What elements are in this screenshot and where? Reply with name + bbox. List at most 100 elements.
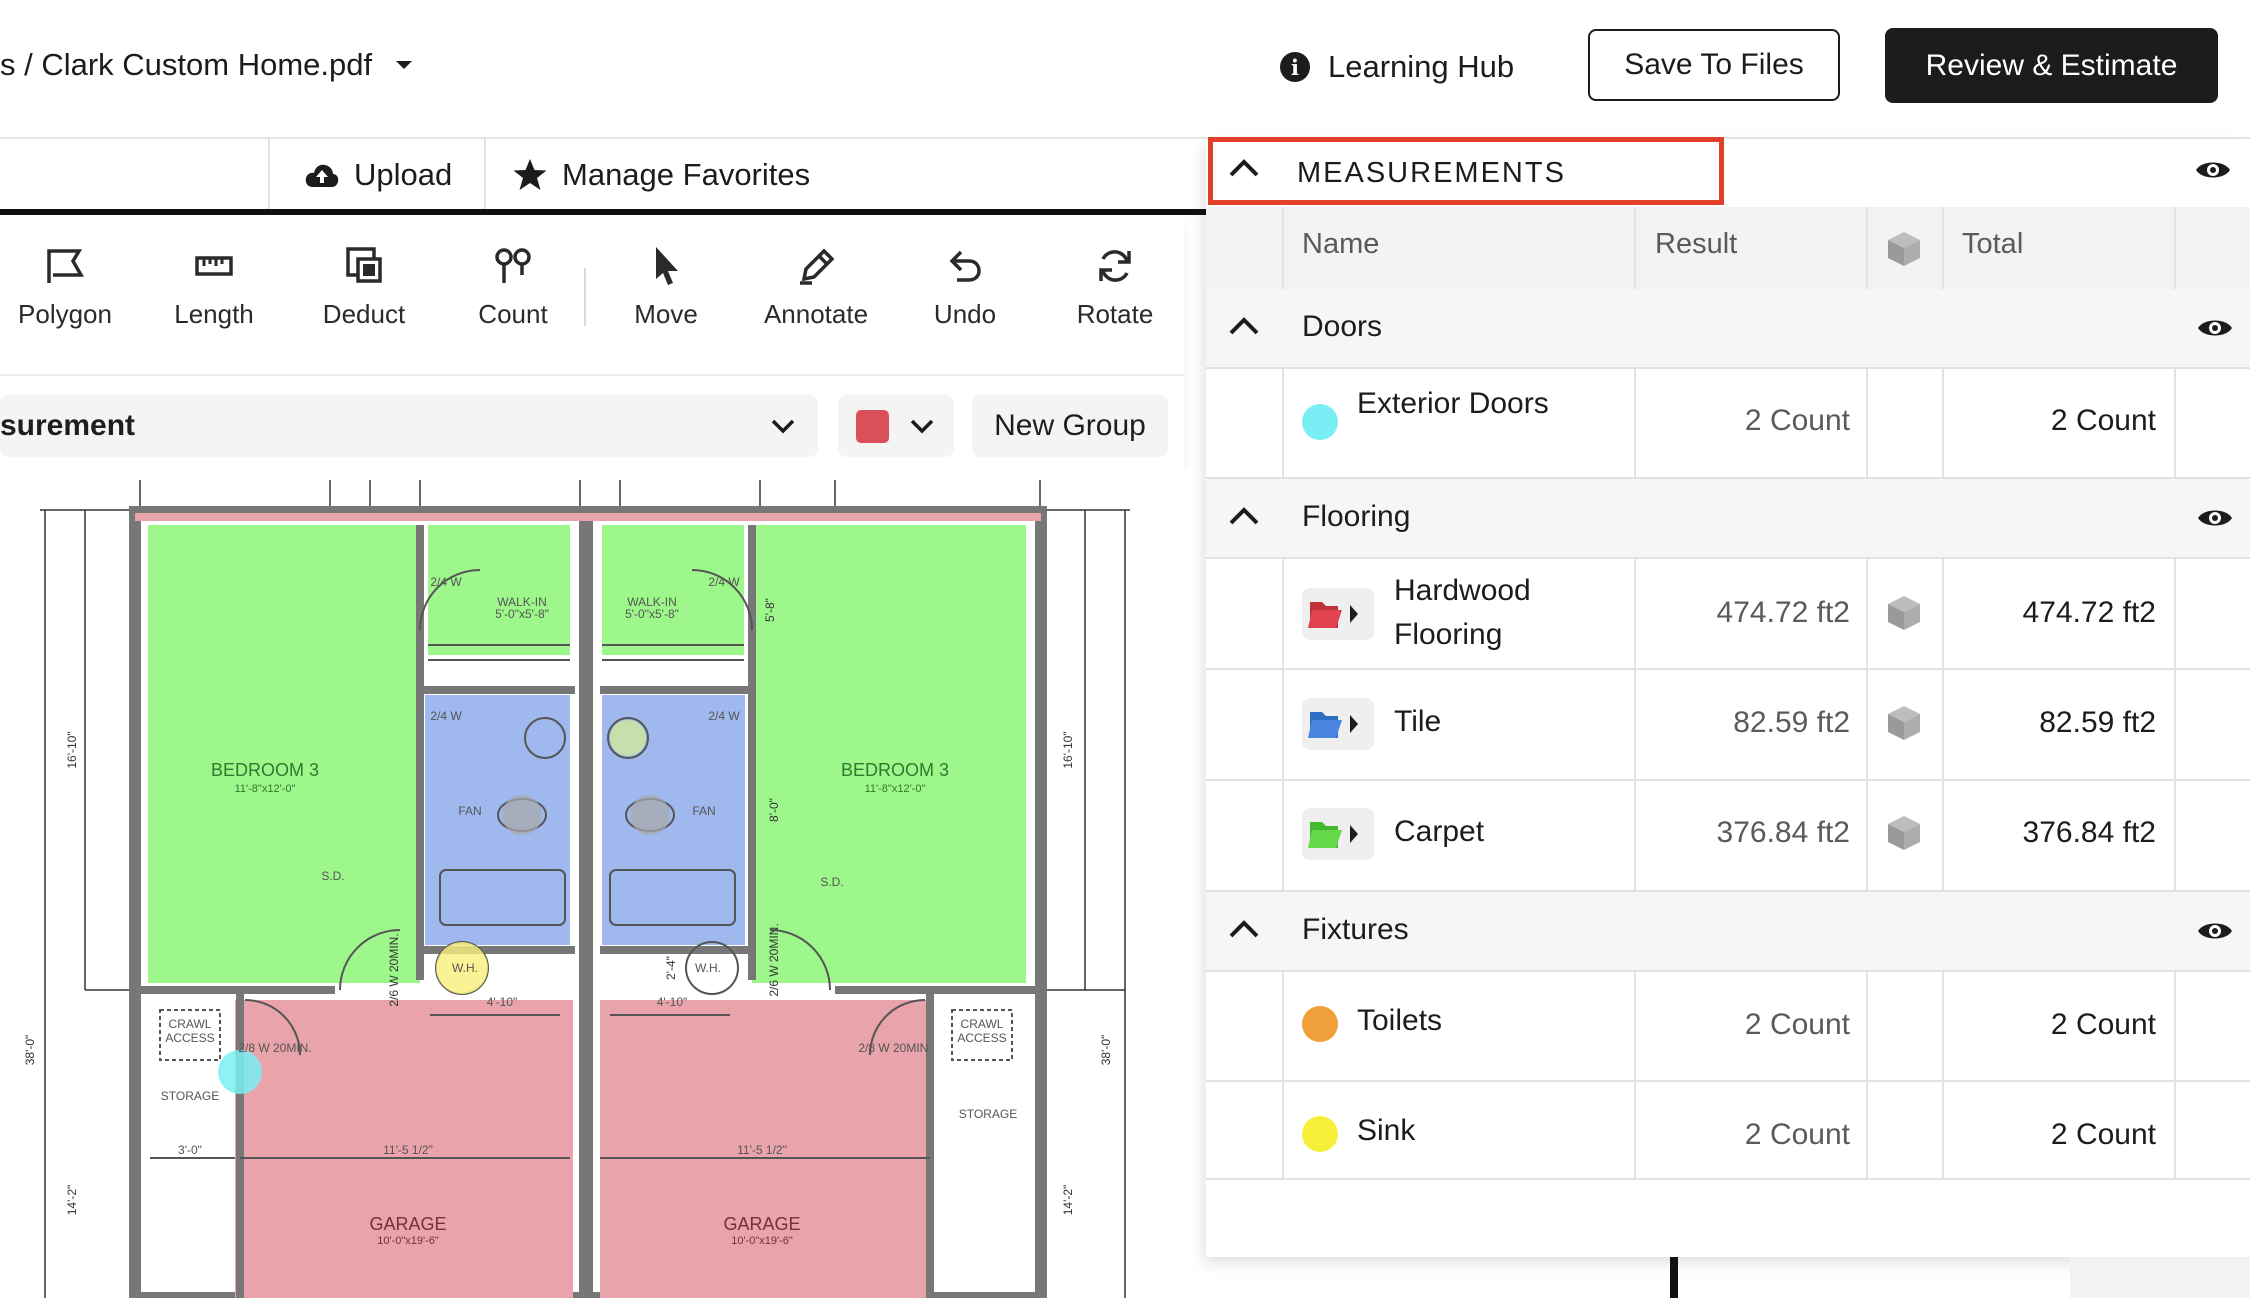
- divider: [484, 139, 486, 209]
- crawl-label: CRAWL: [169, 1017, 212, 1031]
- chevron-up-icon[interactable]: [1228, 316, 1260, 336]
- measurement-name[interactable]: Sink: [1357, 1109, 1415, 1153]
- measurement-name[interactable]: Tile: [1394, 700, 1441, 744]
- column-header-result[interactable]: Result: [1655, 228, 1737, 261]
- measurement-total: 2 Count: [2050, 404, 2156, 437]
- tool-move[interactable]: Move: [591, 245, 741, 330]
- divider: [1206, 367, 2250, 369]
- background-area: [2070, 1257, 2250, 1298]
- measurement-result: 2 Count: [1744, 1118, 1850, 1151]
- sink-marker[interactable]: [610, 720, 646, 756]
- divider: [1206, 668, 2250, 670]
- folder-button[interactable]: [1302, 808, 1374, 860]
- measurement-name[interactable]: Exterior Doors: [1357, 382, 1549, 426]
- chevron-down-icon[interactable]: [394, 59, 414, 71]
- eye-icon[interactable]: [2196, 315, 2234, 341]
- tool-length[interactable]: Length: [139, 245, 289, 330]
- manage-favorites-button[interactable]: Manage Favorites: [512, 150, 810, 200]
- floor-plan-canvas[interactable]: BEDROOM 3 BEDROOM 3 11'-8"x12'-0" 11'-8"…: [0, 470, 1206, 1298]
- tool-count[interactable]: Count: [438, 245, 588, 330]
- measurement-name[interactable]: Carpet: [1394, 810, 1484, 854]
- chevron-up-icon[interactable]: [1228, 506, 1260, 526]
- dimension-label: 4'-10": [657, 995, 688, 1009]
- dimension-label: 4'-10": [487, 995, 518, 1009]
- color-dot: [1302, 1116, 1338, 1152]
- measurement-name[interactable]: Hardwood: [1394, 569, 1531, 613]
- measurement-total: 82.59 ft2: [2039, 706, 2156, 739]
- tool-label: Count: [478, 299, 548, 329]
- door-label: 2/4 W: [430, 575, 462, 589]
- tool-polygon[interactable]: Polygon: [0, 245, 140, 330]
- sd-label: S.D.: [820, 875, 843, 889]
- dimension-label: 14'-2": [1061, 1185, 1075, 1216]
- door-label: 2/4 W: [708, 575, 740, 589]
- room-label: BEDROOM 3: [841, 760, 949, 780]
- deduct-icon: [346, 247, 382, 283]
- door-label: 2/6 W 20MIN.: [387, 933, 401, 1006]
- group-name: Doors: [1302, 310, 1383, 343]
- toilet-marker[interactable]: [630, 795, 670, 835]
- room-dimension: 11'-8"x12'-0": [865, 783, 926, 795]
- measurement-name[interactable]: Toilets: [1357, 999, 1442, 1043]
- divider: [1866, 367, 1868, 477]
- polygon-icon: [47, 249, 85, 283]
- room-label: GARAGE: [369, 1214, 446, 1234]
- toilet-marker[interactable]: [502, 795, 542, 835]
- column-header-name[interactable]: Name: [1302, 228, 1379, 261]
- tile-area[interactable]: [425, 695, 570, 945]
- divider: [1942, 367, 1944, 477]
- measurement-name[interactable]: Flooring: [1394, 613, 1502, 657]
- divider: [1206, 1080, 2250, 1082]
- divider: [268, 139, 270, 209]
- carpet-area[interactable]: [752, 525, 1026, 983]
- divider: [1942, 557, 1944, 891]
- tool-label: Polygon: [18, 299, 112, 329]
- measurement-select[interactable]: surement: [0, 395, 818, 457]
- tool-undo[interactable]: Undo: [890, 245, 1040, 330]
- measurement-total: 2 Count: [2050, 1008, 2156, 1041]
- dimension-label: 5'-8": [763, 598, 777, 622]
- folder-button[interactable]: [1302, 588, 1374, 640]
- info-icon: i: [1280, 52, 1310, 82]
- cube-icon: [1886, 594, 1922, 632]
- new-group-button[interactable]: New Group: [972, 395, 1168, 457]
- divider: [1206, 970, 2250, 972]
- tool-rotate[interactable]: Rotate: [1040, 245, 1190, 330]
- tool-label: Deduct: [322, 299, 406, 329]
- tool-label: Move: [634, 299, 698, 329]
- room-dimension: 10'-0"x19'-6": [731, 1235, 793, 1247]
- eye-icon[interactable]: [2194, 157, 2232, 183]
- column-header-total[interactable]: Total: [1962, 228, 2023, 261]
- door-label: 2/8 W 20MIN.: [238, 1041, 311, 1055]
- learning-hub-label: Learning Hub: [1328, 49, 1515, 84]
- tool-label: Rotate: [1076, 299, 1154, 329]
- color-dot: [1302, 404, 1338, 440]
- upload-button[interactable]: Upload: [304, 150, 452, 200]
- tool-annotate[interactable]: Annotate: [741, 245, 891, 330]
- learning-hub-link[interactable]: i Learning Hub: [1280, 42, 1514, 92]
- door-marker[interactable]: [218, 1050, 262, 1094]
- storage-label: STORAGE: [959, 1107, 1017, 1121]
- eye-icon[interactable]: [2196, 505, 2234, 531]
- color-select[interactable]: [838, 395, 954, 457]
- divider: [1866, 207, 1868, 289]
- measurement-result: 2 Count: [1744, 404, 1850, 437]
- review-estimate-button[interactable]: Review & Estimate: [1885, 28, 2218, 103]
- tool-deduct[interactable]: Deduct: [289, 245, 439, 330]
- tool-label: Annotate: [763, 299, 869, 329]
- room-dimension: 5'-0"x5'-8": [625, 607, 679, 621]
- divider: [1866, 557, 1868, 891]
- chevron-up-icon[interactable]: [1228, 919, 1260, 939]
- breadcrumb[interactable]: s / Clark Custom Home.pdf: [0, 40, 414, 90]
- folder-button[interactable]: [1302, 698, 1374, 750]
- divider: [1206, 779, 2250, 781]
- carpet-area[interactable]: [148, 525, 420, 983]
- eye-icon[interactable]: [2196, 918, 2234, 944]
- measurement-total: 376.84 ft2: [2022, 816, 2156, 849]
- tool-label: Length: [174, 299, 254, 329]
- water-heater-label: W.H.: [452, 961, 478, 975]
- dimension-label: 14'-2": [65, 1185, 79, 1216]
- divider: [1942, 970, 1944, 1178]
- save-to-files-button[interactable]: Save To Files: [1588, 29, 1840, 101]
- dimension-label: 38'-0": [1099, 1035, 1113, 1066]
